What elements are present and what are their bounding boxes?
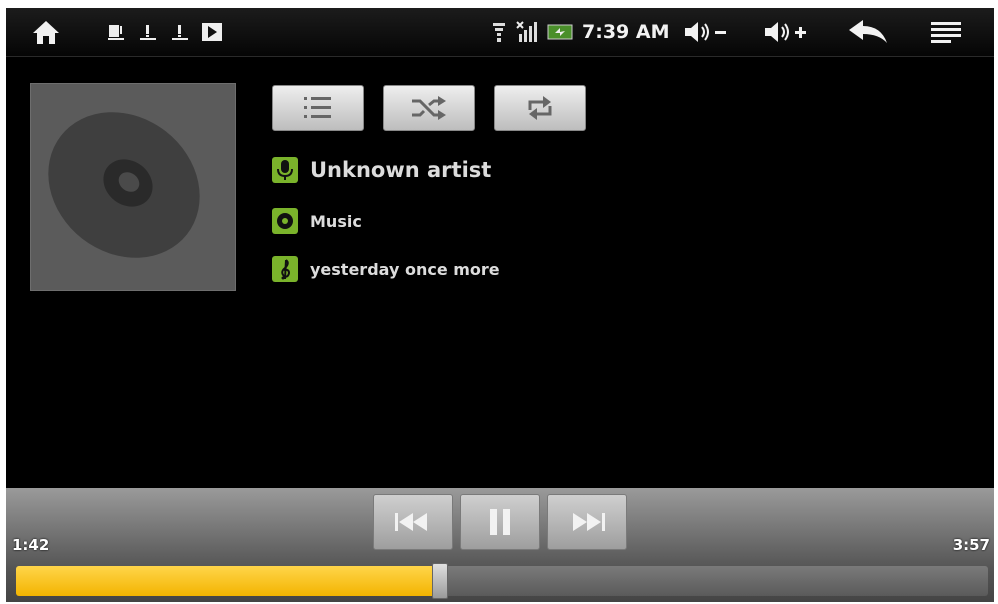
volume-down-button[interactable] — [682, 8, 732, 56]
playlist-icon — [304, 97, 331, 118]
menu-button[interactable] — [926, 8, 966, 56]
back-button[interactable] — [844, 8, 892, 56]
album-icon — [272, 208, 298, 234]
microphone-icon — [272, 157, 298, 183]
signal-icon — [514, 8, 540, 56]
pause-button[interactable] — [460, 494, 540, 550]
total-duration: 3:57 — [952, 536, 990, 554]
artist-name: Unknown artist — [310, 158, 492, 182]
screen: 7:39 AM Unknown artist Music yesterday o… — [6, 8, 994, 602]
repeat-button[interactable] — [494, 85, 586, 131]
seek-progress — [16, 566, 434, 596]
elapsed-time: 1:42 — [12, 536, 50, 554]
previous-button[interactable] — [373, 494, 453, 550]
next-icon — [573, 513, 605, 531]
play-icon — [202, 23, 222, 41]
status-clock: 7:39 AM — [582, 21, 670, 43]
repeat-icon — [528, 96, 552, 120]
warning-icon — [140, 24, 156, 40]
album-name: Music — [310, 211, 362, 231]
menu-icon — [931, 22, 961, 43]
pause-icon — [490, 509, 510, 535]
album-art — [30, 83, 236, 291]
song-title: yesterday once more — [310, 259, 500, 279]
artist-row: Unknown artist — [272, 157, 491, 183]
playlist-button[interactable] — [272, 85, 364, 131]
treble-clef-icon — [272, 256, 298, 282]
home-button[interactable] — [28, 8, 64, 56]
shuffle-icon — [412, 96, 446, 120]
next-button[interactable] — [547, 494, 627, 550]
home-icon — [33, 21, 59, 44]
previous-icon — [395, 513, 427, 531]
song-row: yesterday once more — [272, 256, 500, 282]
album-row: Music — [272, 208, 362, 234]
volume-up-button[interactable] — [762, 8, 812, 56]
volume-down-icon — [685, 22, 726, 42]
back-icon — [849, 20, 887, 43]
disc-icon — [48, 112, 200, 258]
wifi-icon — [488, 8, 510, 56]
seek-bar[interactable] — [16, 566, 988, 596]
warning-icon — [172, 24, 188, 40]
sd-card-icon — [108, 24, 124, 40]
status-bar: 7:39 AM — [6, 8, 994, 57]
volume-up-icon — [765, 22, 806, 42]
shuffle-button[interactable] — [383, 85, 475, 131]
battery-icon — [546, 8, 574, 56]
seek-thumb[interactable] — [432, 563, 448, 599]
